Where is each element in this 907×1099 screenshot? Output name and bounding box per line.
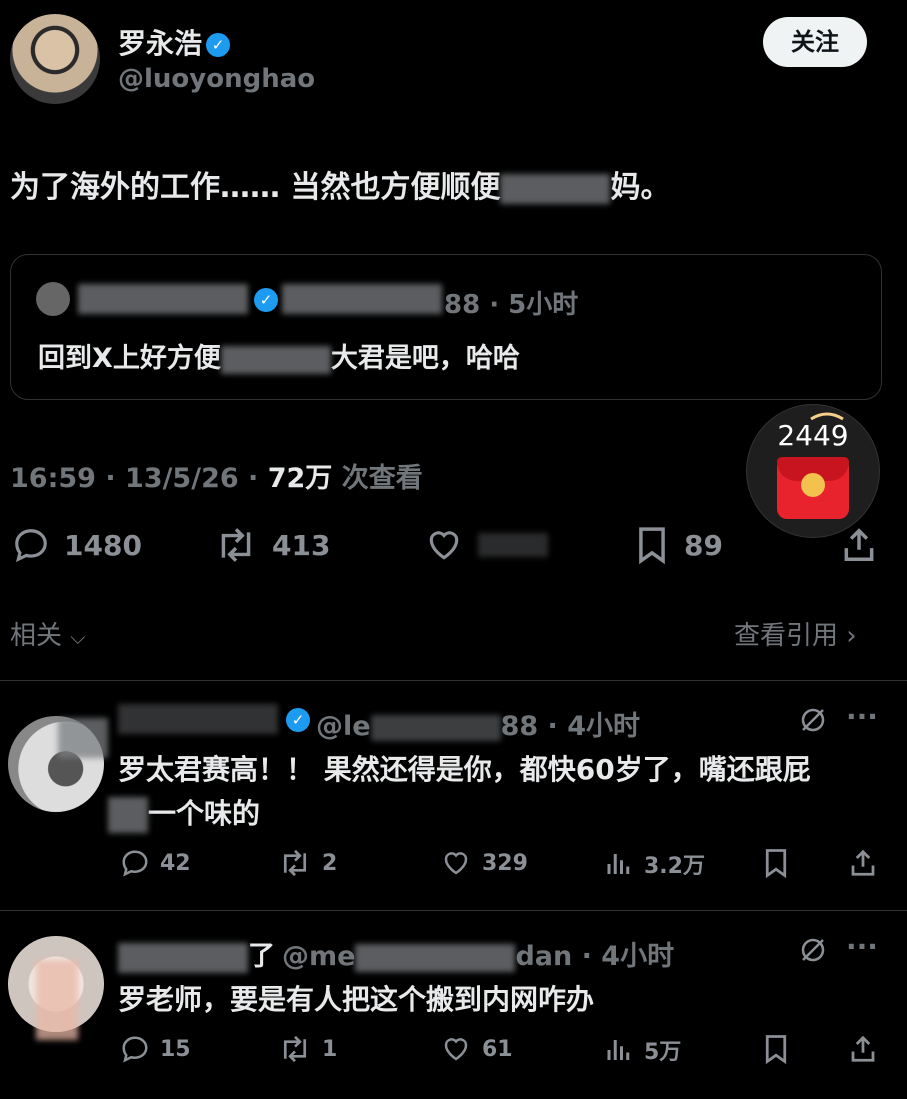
reply1-text-line1: 罗太君赛高！！ 果然还得是你，都快60岁了，嘴还跟屁 — [118, 753, 811, 786]
share-action[interactable] — [840, 526, 878, 564]
more-options-icon[interactable]: ··· — [846, 700, 878, 733]
more-options-icon[interactable]: ··· — [846, 930, 878, 963]
retweet-icon — [221, 528, 251, 562]
bookmark-icon — [639, 527, 665, 564]
quoted-meta: 88 · 5小时 — [444, 290, 579, 320]
reply1-like-action[interactable]: 329 — [440, 848, 528, 878]
tweet-timestamp: 16:59 · 13/5/26 · — [10, 463, 268, 494]
retweet-icon — [283, 1035, 307, 1063]
bookmark-action[interactable]: 89 — [634, 526, 723, 564]
reply2-meta: @me dan · 4小时 — [282, 941, 675, 972]
reply1-reply-action[interactable]: 42 — [120, 848, 191, 878]
heart-icon — [444, 1038, 468, 1061]
reply2-share-action[interactable] — [848, 1034, 878, 1064]
quoted-author-avatar — [36, 282, 70, 316]
related-dropdown[interactable]: 相关 ⌵ — [10, 615, 85, 652]
quoted-tweet-card[interactable] — [10, 254, 882, 400]
share-icon — [851, 849, 875, 876]
red-packet-count: 2449 — [777, 419, 849, 452]
like-action[interactable] — [424, 526, 548, 564]
reply2-reply-action[interactable]: 15 — [120, 1034, 191, 1064]
reply1-bookmark-action[interactable] — [762, 848, 790, 878]
follow-button[interactable]: 关注 — [763, 17, 867, 67]
reply1-share-action[interactable] — [848, 848, 878, 878]
quoted-text: 回到X上好方便 大君是吧，哈哈 — [38, 343, 520, 374]
heart-icon — [429, 531, 459, 560]
verified-badge-icon: ✓ — [206, 33, 231, 57]
reply-icon — [15, 529, 47, 563]
share-icon — [844, 528, 874, 561]
bookmark-icon — [765, 849, 787, 878]
view-quotes-link[interactable]: 查看引用 › — [734, 615, 857, 652]
author-name[interactable]: 罗永浩 — [118, 27, 202, 60]
reply2-retweet-action[interactable]: 1 — [278, 1034, 337, 1064]
tweet-text: 为了海外的工作…… 当然也方便顺便 妈。 — [10, 170, 671, 205]
views-chart-icon — [607, 1040, 630, 1060]
author-handle[interactable]: @luoyonghao — [118, 64, 315, 94]
reply1-avatar-redacted — [58, 718, 108, 758]
reply2-like-action[interactable]: 61 — [440, 1034, 513, 1064]
reply1-name-redacted — [118, 704, 278, 736]
reply2-views-action[interactable]: 5万 — [604, 1034, 681, 1066]
reply1-retweet-action[interactable]: 2 — [278, 848, 337, 878]
red-packet-icon — [777, 457, 849, 519]
reply-count: 1480 — [64, 528, 142, 562]
views-chart-icon — [607, 854, 630, 874]
author-avatar[interactable] — [10, 14, 100, 104]
chevron-right-icon: › — [846, 621, 857, 651]
bookmark-count: 89 — [684, 528, 723, 562]
quoted-author-name-redacted — [78, 284, 248, 314]
reply1-meta: @le 88 · 4小时 — [316, 711, 640, 742]
reply1-verified-icon: ✓ — [286, 708, 310, 732]
red-packet-widget[interactable]: 2449 — [746, 404, 880, 538]
grok-icon[interactable] — [798, 935, 828, 965]
retweet-icon — [283, 849, 307, 877]
share-icon — [851, 1035, 875, 1062]
reply1-text-line2: 一个味的 — [108, 792, 260, 833]
retweet-action[interactable]: 413 — [214, 526, 330, 564]
chevron-down-icon: ⌵ — [70, 625, 86, 649]
reply1-views-action[interactable]: 3.2万 — [604, 848, 705, 880]
author-name-row[interactable]: 罗永浩 ✓ — [118, 22, 231, 62]
divider — [0, 680, 907, 681]
reply2-name: 了 — [118, 934, 275, 973]
reply2-avatar-redacted — [36, 960, 78, 1040]
heart-icon — [444, 852, 468, 875]
reply-icon — [122, 1036, 148, 1063]
tweet-timestamp-row: 16:59 · 13/5/26 · 72万 次查看 — [10, 456, 423, 495]
reply-action[interactable]: 1480 — [12, 526, 142, 564]
quoted-verified-icon: ✓ — [254, 288, 278, 312]
view-count: 72万 — [267, 463, 333, 494]
reply2-bookmark-action[interactable] — [762, 1034, 790, 1064]
retweet-count: 413 — [272, 528, 331, 562]
like-count-redacted — [478, 531, 548, 559]
quoted-handle-redacted — [282, 284, 442, 314]
divider — [0, 910, 907, 911]
reply-icon — [122, 850, 148, 877]
grok-icon[interactable] — [798, 705, 828, 735]
view-count-label: 次查看 — [332, 463, 423, 494]
bookmark-icon — [765, 1035, 787, 1064]
reply2-text: 罗老师，要是有人把这个搬到内网咋办 — [118, 983, 595, 1016]
redacted-text — [500, 173, 611, 204]
